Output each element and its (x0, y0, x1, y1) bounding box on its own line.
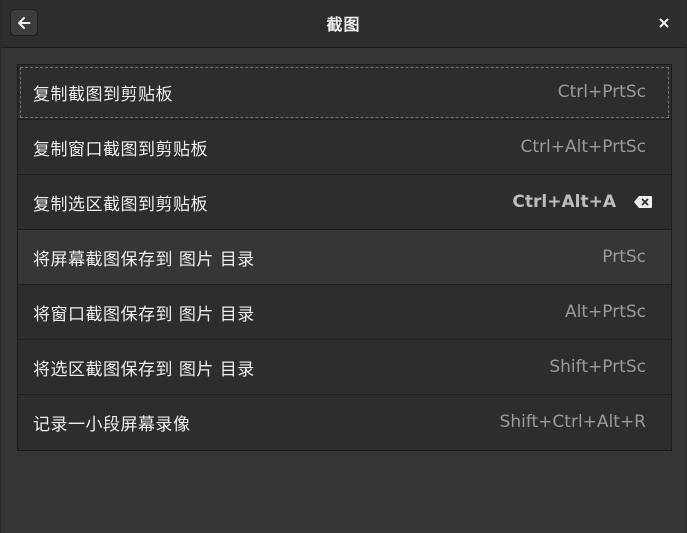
header-bar: 截图 (1, 0, 686, 48)
shortcut-row-copy-area-screenshot[interactable]: 复制选区截图到剪贴板 Ctrl+Alt+A (18, 175, 671, 230)
shortcut-accel: Shift+Ctrl+Alt+R (499, 412, 646, 432)
shortcut-accel-group: Ctrl+Alt+A (512, 192, 652, 212)
shortcut-row-save-screenshot[interactable]: 将屏幕截图保存到 图片 目录 PrtSc (18, 230, 671, 285)
shortcut-row-copy-window-screenshot[interactable]: 复制窗口截图到剪贴板 Ctrl+Alt+PrtSc (18, 120, 671, 175)
shortcut-accel: Ctrl+Alt+A (512, 192, 616, 212)
shortcut-label: 复制截图到剪贴板 (33, 84, 173, 105)
shortcut-accel: Ctrl+Alt+PrtSc (520, 137, 647, 157)
shortcut-label: 将窗口截图保存到 图片 目录 (33, 304, 255, 325)
close-button[interactable] (654, 13, 674, 33)
shortcut-row-screencast[interactable]: 记录一小段屏幕录像 Shift+Ctrl+Alt+R (18, 395, 671, 449)
shortcut-accel: Ctrl+PrtSc (557, 82, 646, 102)
shortcut-row-save-area-screenshot[interactable]: 将选区截图保存到 图片 目录 Shift+PrtSc (18, 340, 671, 395)
shortcut-accel: PrtSc (602, 247, 646, 267)
shortcut-dialog: 截图 复制截图到剪贴板 Ctrl+PrtSc 复制窗口截图到剪贴板 Ctrl+A… (0, 0, 687, 533)
shortcut-label: 记录一小段屏幕录像 (33, 414, 191, 435)
shortcut-accel: Alt+PrtSc (564, 302, 646, 322)
close-icon (659, 18, 669, 28)
shortcut-label: 将屏幕截图保存到 图片 目录 (33, 249, 255, 270)
shortcut-label: 复制窗口截图到剪贴板 (33, 139, 208, 160)
shortcut-accel: Shift+PrtSc (549, 357, 646, 377)
shortcut-label: 复制选区截图到剪贴板 (33, 194, 208, 215)
shortcut-label: 将选区截图保存到 图片 目录 (33, 359, 255, 380)
backspace-clear-icon[interactable] (634, 196, 652, 208)
shortcut-row-save-window-screenshot[interactable]: 将窗口截图保存到 图片 目录 Alt+PrtSc (18, 285, 671, 340)
shortcut-row-copy-screenshot[interactable]: 复制截图到剪贴板 Ctrl+PrtSc (18, 65, 671, 120)
shortcut-list: 复制截图到剪贴板 Ctrl+PrtSc 复制窗口截图到剪贴板 Ctrl+Alt+… (17, 64, 672, 451)
dialog-title: 截图 (326, 15, 361, 34)
